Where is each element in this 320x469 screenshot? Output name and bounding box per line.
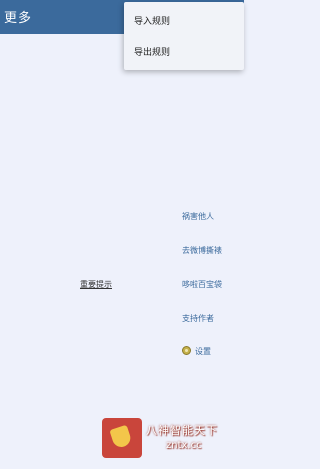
settings-label: 设置 <box>195 347 211 356</box>
support-author-link[interactable]: 支持作者 <box>182 313 214 324</box>
overflow-menu: 导入规则 导出规则 <box>124 2 244 70</box>
doraemon-bag-link[interactable]: 哆啦百宝袋 <box>182 279 222 290</box>
watermark-name: 八神智能天下 <box>146 424 218 437</box>
gear-icon <box>182 346 191 355</box>
menu-item-import-rules[interactable]: 导入规则 <box>134 14 238 27</box>
weibo-link[interactable]: 去微博撕裱 <box>182 245 222 256</box>
watermark: 八神智能天下 zntx.cc <box>102 418 244 458</box>
important-notice-link[interactable]: 重要提示 <box>80 279 112 290</box>
settings-button[interactable]: 设置 <box>182 346 211 357</box>
watermark-logo-icon <box>102 418 142 458</box>
watermark-domain: zntx.cc <box>166 440 202 451</box>
menu-item-export-rules[interactable]: 导出规则 <box>134 45 238 58</box>
share-link[interactable]: 祸害他人 <box>182 211 214 222</box>
page-title: 更多 <box>4 11 33 26</box>
